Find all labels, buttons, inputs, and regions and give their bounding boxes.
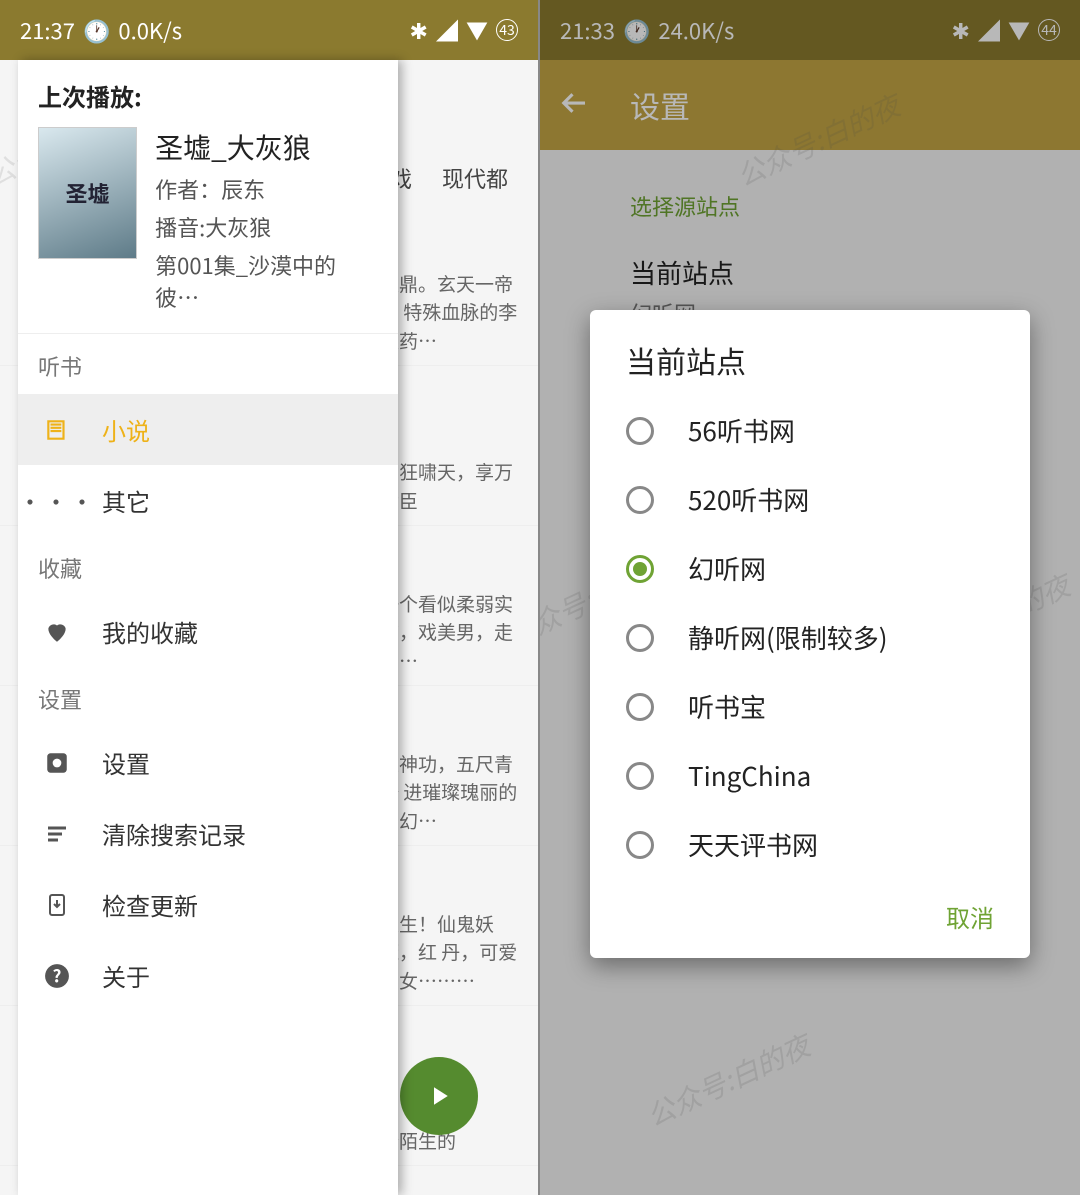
clear-icon [42, 822, 72, 846]
clock-icon: 🕐 [83, 14, 110, 46]
radio-icon [626, 555, 654, 583]
site-option-label: 520听书网 [688, 481, 809, 518]
dots-icon: ••• [42, 483, 72, 518]
drawer-item-settings[interactable]: 设置 [18, 727, 398, 798]
play-fab[interactable] [400, 1057, 478, 1135]
site-option-label: 幻听网 [688, 550, 766, 587]
drawer-item-label: 我的收藏 [102, 614, 198, 649]
site-option[interactable]: 静听网(限制较多) [590, 603, 1030, 672]
book-narrator: 播音:大灰狼 [155, 211, 378, 243]
radio-icon [626, 417, 654, 445]
update-icon [42, 891, 72, 919]
nav-drawer: 上次播放: 圣墟 圣墟_大灰狼 作者：辰东 播音:大灰狼 第001集_沙漠中的彼… [18, 60, 398, 1195]
book-title: 圣墟_大灰狼 [155, 127, 378, 167]
site-option[interactable]: 56听书网 [590, 396, 1030, 465]
site-option-label: 静听网(限制较多) [688, 619, 888, 656]
help-icon: ? [42, 963, 72, 989]
drawer-item-novel[interactable]: 小说 [18, 394, 398, 465]
drawer-item-clear-search[interactable]: 清除搜索记录 [18, 798, 398, 869]
radio-icon [626, 624, 654, 652]
site-option[interactable]: 幻听网 [590, 534, 1030, 603]
battery-badge: 43 [496, 19, 518, 41]
wifi-icon: ▼ [466, 14, 488, 46]
drawer-item-label: 清除搜索记录 [102, 816, 246, 851]
drawer-item-label: 关于 [102, 958, 150, 993]
cancel-button[interactable]: 取消 [946, 899, 994, 934]
book-author: 作者：辰东 [155, 173, 378, 205]
site-option[interactable]: TingChina [590, 741, 1030, 810]
signal-icon: ◢ [436, 14, 458, 46]
svg-text:?: ? [53, 963, 62, 988]
radio-icon [626, 486, 654, 514]
site-option-label: 天天评书网 [688, 826, 818, 863]
drawer-item-other[interactable]: ••• 其它 [18, 465, 398, 536]
drawer-item-about[interactable]: ? 关于 [18, 940, 398, 1011]
heart-icon [42, 619, 72, 645]
book-icon [42, 417, 72, 443]
status-time: 21:37 [20, 14, 75, 46]
status-net: 0.0K/s [118, 14, 182, 46]
drawer-item-label: 其它 [102, 483, 150, 518]
radio-icon [626, 693, 654, 721]
site-option-label: TingChina [688, 757, 811, 794]
drawer-item-my-favorites[interactable]: 我的收藏 [18, 596, 398, 667]
phone-left: 公众号:白的夜 公众号:白的夜 公众号:白的夜 21:37 🕐 0.0K/s ✱… [0, 0, 540, 1195]
phone-right: 公众号:白的夜 公众号:白的夜 公众号:白的夜 公众号:白的夜 21:33 🕐 … [540, 0, 1080, 1195]
book-cover: 圣墟 [38, 127, 137, 259]
section-favorite: 收藏 [18, 536, 398, 596]
gear-icon [42, 750, 72, 776]
section-listen: 听书 [18, 334, 398, 394]
drawer-item-label: 设置 [102, 745, 150, 780]
drawer-item-label: 检查更新 [102, 887, 198, 922]
site-select-dialog: 当前站点 56听书网 520听书网幻听网静听网(限制较多) 听书宝 TingChina… [590, 310, 1030, 958]
section-settings: 设置 [18, 667, 398, 727]
site-option[interactable]: 听书宝 [590, 672, 1030, 741]
site-option-label: 听书宝 [688, 688, 766, 725]
drawer-item-check-update[interactable]: 检查更新 [18, 869, 398, 940]
site-option-label: 56听书网 [688, 412, 795, 449]
last-play-header: 上次播放: [18, 60, 398, 127]
last-play-item[interactable]: 圣墟 圣墟_大灰狼 作者：辰东 播音:大灰狼 第001集_沙漠中的彼… [18, 127, 398, 334]
book-episode: 第001集_沙漠中的彼… [155, 249, 378, 313]
site-option[interactable]: 520听书网 [590, 465, 1030, 534]
dialog-title: 当前站点 [590, 338, 1030, 396]
bluetooth-icon: ✱ [410, 14, 428, 46]
drawer-item-label: 小说 [102, 412, 150, 447]
status-bar: 21:37 🕐 0.0K/s ✱ ◢ ▼ 43 [0, 0, 538, 60]
radio-icon [626, 762, 654, 790]
radio-icon [626, 831, 654, 859]
site-option[interactable]: 天天评书网 [590, 810, 1030, 879]
